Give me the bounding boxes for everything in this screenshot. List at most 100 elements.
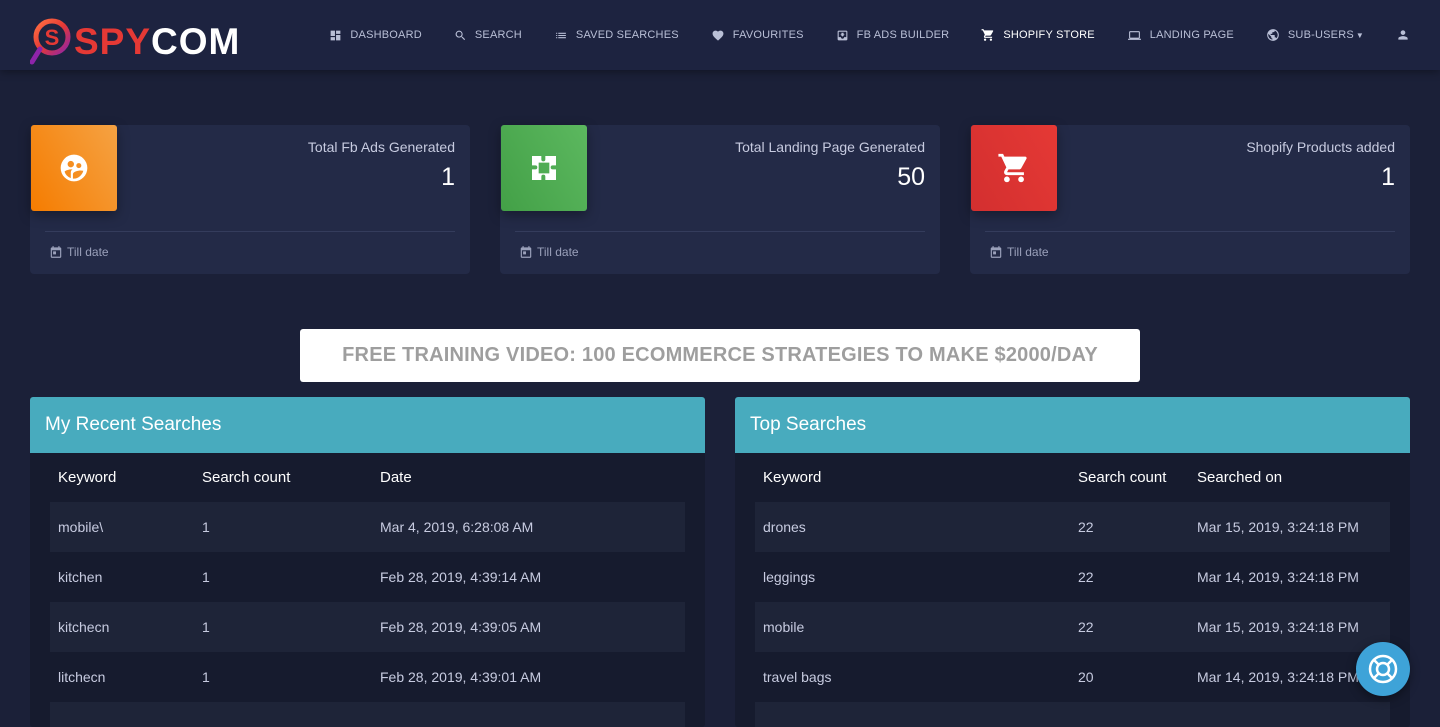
divider xyxy=(45,231,455,232)
nav-user-account[interactable] xyxy=(1396,28,1410,42)
table-header: Keyword Search count Searched on xyxy=(755,453,1390,502)
cell-count: 22 xyxy=(1078,569,1094,585)
dashboard-icon xyxy=(331,30,341,40)
help-lifebuoy-button[interactable] xyxy=(1356,642,1410,696)
top-searches-panel: Top Searches Keyword Search count Search… xyxy=(735,397,1410,727)
calendar-icon xyxy=(50,246,62,258)
cell-count: 1 xyxy=(202,619,210,635)
main-nav: DASHBOARD SEARCH SAVED SEARCHES FAVOURIT… xyxy=(297,0,1410,70)
cell-count: 1 xyxy=(202,519,210,535)
cell-date: Feb 28, 2019, 4:39:14 AM xyxy=(380,569,542,585)
cell-keyword: leggings xyxy=(763,569,816,585)
table-row[interactable]: litchecn 1 Feb 28, 2019, 4:39:01 AM xyxy=(50,652,685,702)
column-header: Search count xyxy=(1078,469,1167,486)
stat-title: Total Landing Page Generated xyxy=(735,139,925,155)
table-row[interactable]: mobile\ 1 Mar 4, 2019, 6:28:08 AM xyxy=(50,502,685,552)
person-icon xyxy=(1398,30,1408,40)
table-row xyxy=(50,702,685,727)
nav-dashboard-label: DASHBOARD xyxy=(350,29,422,41)
top-searches-table: Keyword Search count Searched on drones … xyxy=(755,453,1390,727)
cell-date: Mar 15, 2019, 3:24:18 PM xyxy=(1197,519,1359,535)
recent-searches-table: Keyword Search count Date mobile\ 1 Mar … xyxy=(50,453,685,727)
nav-saved-searches[interactable]: SAVED SEARCHES xyxy=(554,29,679,42)
globe-icon xyxy=(1267,29,1279,41)
stat-footer-text: Till date xyxy=(1007,245,1049,259)
cell-count: 22 xyxy=(1078,619,1094,635)
spycom-logo[interactable]: S SPYCOM xyxy=(29,17,241,65)
stat-footer-text: Till date xyxy=(537,245,579,259)
cell-count: 20 xyxy=(1078,669,1094,685)
cart-icon xyxy=(998,153,1027,183)
list-icon xyxy=(556,32,566,38)
cell-date: Mar 4, 2019, 6:28:08 AM xyxy=(380,519,534,535)
nav-saved-searches-label: SAVED SEARCHES xyxy=(575,29,679,41)
cell-count: 1 xyxy=(202,569,210,585)
nav-landing-page-label: LANDING PAGE xyxy=(1149,29,1234,41)
cell-count: 22 xyxy=(1078,519,1094,535)
logo-text-spy: SPY xyxy=(74,20,152,62)
nav-favourites[interactable]: FAVOURITES xyxy=(711,29,804,42)
nav-dashboard[interactable]: DASHBOARD xyxy=(329,29,422,42)
cell-date: Feb 28, 2019, 4:39:01 AM xyxy=(380,669,542,685)
nav-shopify-store-label: SHOPIFY STORE xyxy=(1003,29,1095,41)
stat-card-shopify-products: Shopify Products added 1 Till date xyxy=(970,125,1410,274)
heart-icon xyxy=(712,30,724,41)
cell-keyword: kitchen xyxy=(58,569,103,585)
nav-fb-ads-builder[interactable]: FB ADS BUILDER xyxy=(836,29,950,42)
column-header: Search count xyxy=(202,469,291,486)
column-header: Keyword xyxy=(763,469,822,486)
table-row[interactable]: travel bags 20 Mar 14, 2019, 3:24:18 PM xyxy=(755,652,1390,702)
stat-value: 1 xyxy=(1381,163,1395,191)
inbox-icon xyxy=(837,30,848,40)
table-header: Keyword Search count Date xyxy=(50,453,685,502)
table-row[interactable]: kitchecn 1 Feb 28, 2019, 4:39:05 AM xyxy=(50,602,685,652)
calendar-icon xyxy=(520,246,532,258)
top-navbar: S SPYCOM DASHBOARD SEARCH SAVED SEARCHES… xyxy=(0,0,1440,70)
nav-shopify-store[interactable]: SHOPIFY STORE xyxy=(981,28,1095,42)
chevron-down-icon: ▼ xyxy=(1355,30,1364,40)
cell-keyword: mobile xyxy=(763,619,805,635)
panel-title: My Recent Searches xyxy=(30,397,705,453)
table-row[interactable]: kitchen 1 Feb 28, 2019, 4:39:14 AM xyxy=(50,552,685,602)
cell-count: 1 xyxy=(202,669,210,685)
table-row[interactable]: drones 22 Mar 15, 2019, 3:24:18 PM xyxy=(755,502,1390,552)
column-header: Date xyxy=(380,469,412,486)
table-row[interactable]: mobile 22 Mar 15, 2019, 3:24:18 PM xyxy=(755,602,1390,652)
cell-date: Mar 15, 2019, 3:24:18 PM xyxy=(1197,619,1359,635)
recent-searches-panel: My Recent Searches Keyword Search count … xyxy=(30,397,705,727)
laptop-icon xyxy=(1127,30,1141,40)
stat-title: Total Fb Ads Generated xyxy=(307,139,455,155)
group-icon xyxy=(60,154,88,182)
nav-landing-page[interactable]: LANDING PAGE xyxy=(1127,29,1234,42)
stat-footer-text: Till date xyxy=(67,245,109,259)
cell-keyword: mobile\ xyxy=(58,519,104,535)
column-header: Keyword xyxy=(58,469,117,486)
table-row xyxy=(755,702,1390,727)
nav-fb-ads-builder-label: FB ADS BUILDER xyxy=(856,29,950,41)
logo-magnifier-icon: S xyxy=(29,18,72,65)
stat-title: Shopify Products added xyxy=(1246,139,1395,155)
stat-value: 50 xyxy=(897,163,925,191)
nav-sub-users-label: SUB-USERS xyxy=(1287,29,1354,41)
svg-text:S: S xyxy=(45,25,60,50)
nav-sub-users[interactable]: SUB-USERS ▼ xyxy=(1266,28,1364,42)
puzzle-icon xyxy=(532,156,556,180)
column-header: Searched on xyxy=(1197,469,1283,486)
stat-value: 1 xyxy=(441,163,455,191)
cell-keyword: litchecn xyxy=(58,669,106,685)
nav-favourites-label: FAVOURITES xyxy=(732,29,804,41)
nav-search[interactable]: SEARCH xyxy=(454,29,522,42)
divider xyxy=(985,231,1395,232)
free-training-video-button[interactable]: FREE TRAINING VIDEO: 100 ECOMMERCE STRAT… xyxy=(300,329,1140,382)
cell-date: Mar 14, 2019, 3:24:18 PM xyxy=(1197,569,1359,585)
cell-keyword: drones xyxy=(763,519,806,535)
stat-card-fb-ads: Total Fb Ads Generated 1 Till date xyxy=(30,125,470,274)
cart-icon xyxy=(981,29,994,41)
table-row[interactable]: leggings 22 Mar 14, 2019, 3:24:18 PM xyxy=(755,552,1390,602)
logo-text-com: COM xyxy=(151,20,241,62)
cell-date: Feb 28, 2019, 4:39:05 AM xyxy=(380,619,542,635)
cell-date: Mar 14, 2019, 3:24:18 PM xyxy=(1197,669,1359,685)
cell-keyword: kitchecn xyxy=(58,619,110,635)
nav-search-label: SEARCH xyxy=(474,29,522,41)
search-icon xyxy=(455,30,465,40)
